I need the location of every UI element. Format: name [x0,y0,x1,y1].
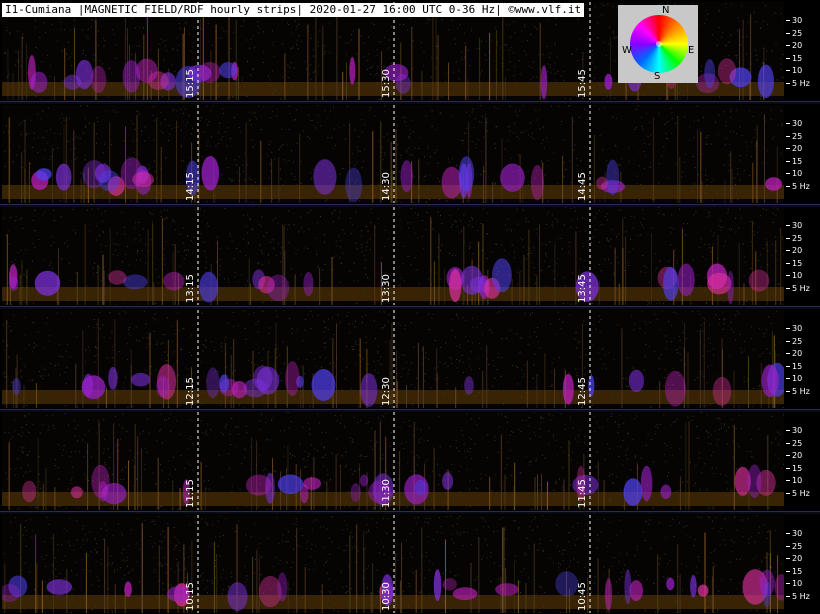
color-wheel-icon [630,15,688,73]
time-label: 13:30 [381,274,392,303]
frequency-tick: 20 [786,451,802,461]
frequency-tick: 30 [786,426,802,436]
hourly-strip: 10:15 10:30 10:45 30 25 20 15 10 5 Hz [0,515,820,613]
frequency-tick: 30 [786,324,802,334]
frequency-tick: 5 Hz [786,284,810,294]
frequency-tick: 15 [786,362,802,372]
spectrogram [2,515,784,613]
frequency-tick: 5 Hz [786,592,810,602]
frequency-tick: 20 [786,246,802,256]
time-label: 12:15 [185,377,196,406]
frequency-axis: 30 25 20 15 10 5 Hz [786,310,820,408]
compass-east: E [688,45,695,56]
time-label: 10:30 [381,582,392,611]
spectrogram [2,207,784,305]
frequency-tick: 25 [786,542,802,552]
time-label: 14:15 [185,172,196,201]
frequency-tick: 30 [786,119,802,129]
frequency-tick: 10 [786,476,802,486]
time-label: 14:30 [381,172,392,201]
frequency-tick: 30 [786,529,802,539]
frequency-tick: 20 [786,554,802,564]
frequency-tick: 20 [786,349,802,359]
compass-south: S [654,71,661,82]
frequency-tick: 30 [786,16,802,26]
time-label: 11:30 [381,479,392,508]
time-label: 14:45 [577,172,588,201]
time-label: 10:15 [185,582,196,611]
frequency-axis: 30 25 20 15 10 5 Hz [786,2,820,100]
frequency-tick: 30 [786,221,802,231]
frequency-axis: 30 25 20 15 10 5 Hz [786,207,820,305]
frequency-tick: 10 [786,66,802,76]
spectrogram [2,105,784,203]
frequency-tick: 25 [786,337,802,347]
frequency-tick: 15 [786,259,802,269]
frequency-tick: 5 Hz [786,489,810,499]
time-label: 13:45 [577,274,588,303]
frequency-tick: 10 [786,579,802,589]
time-label: 15:30 [381,69,392,98]
strip-separator [0,511,820,514]
strip-separator [0,306,820,309]
frequency-tick: 5 Hz [786,387,810,397]
hourly-strip: 11:15 11:30 11:45 30 25 20 15 10 5 Hz [0,412,820,510]
time-label: 11:15 [185,479,196,508]
frequency-tick: 10 [786,169,802,179]
frequency-tick: 25 [786,132,802,142]
hourly-strip: 14:15 14:30 14:45 30 25 20 15 10 5 Hz [0,105,820,203]
spectrogram-strips: 15:15 15:30 15:45 30 25 20 15 10 5 Hz 14:15 14:30 1… [0,0,820,614]
frequency-tick: 15 [786,464,802,474]
hourly-strip: 12:15 12:30 12:45 30 25 20 15 10 5 Hz [0,310,820,408]
frequency-tick: 25 [786,439,802,449]
time-label: 11:45 [577,479,588,508]
time-label: 12:30 [381,377,392,406]
spectrogram [2,310,784,408]
hourly-strip: 13:15 13:30 13:45 30 25 20 15 10 5 Hz [0,207,820,305]
compass-west: W [622,45,632,56]
frequency-tick: 10 [786,374,802,384]
frequency-tick: 10 [786,271,802,281]
page-title: I1-Cumiana |MAGNETIC FIELD/RDF hourly st… [2,3,585,17]
spectrogram [2,412,784,510]
time-label: 13:15 [185,274,196,303]
frequency-tick: 5 Hz [786,182,810,192]
frequency-tick: 20 [786,41,802,51]
time-label: 15:45 [577,69,588,98]
frequency-tick: 25 [786,234,802,244]
frequency-tick: 20 [786,144,802,154]
frequency-tick: 15 [786,54,802,64]
frequency-tick: 5 Hz [786,79,810,89]
compass-north: N [662,5,670,16]
frequency-tick: 15 [786,157,802,167]
frequency-axis: 30 25 20 15 10 5 Hz [786,105,820,203]
time-label: 15:15 [185,69,196,98]
time-label: 12:45 [577,377,588,406]
frequency-tick: 15 [786,567,802,577]
strip-separator [0,101,820,104]
direction-color-wheel: N S E W [618,5,698,83]
frequency-axis: 30 25 20 15 10 5 Hz [786,412,820,510]
frequency-tick: 25 [786,29,802,39]
frequency-axis: 30 25 20 15 10 5 Hz [786,515,820,613]
time-label: 10:45 [577,582,588,611]
